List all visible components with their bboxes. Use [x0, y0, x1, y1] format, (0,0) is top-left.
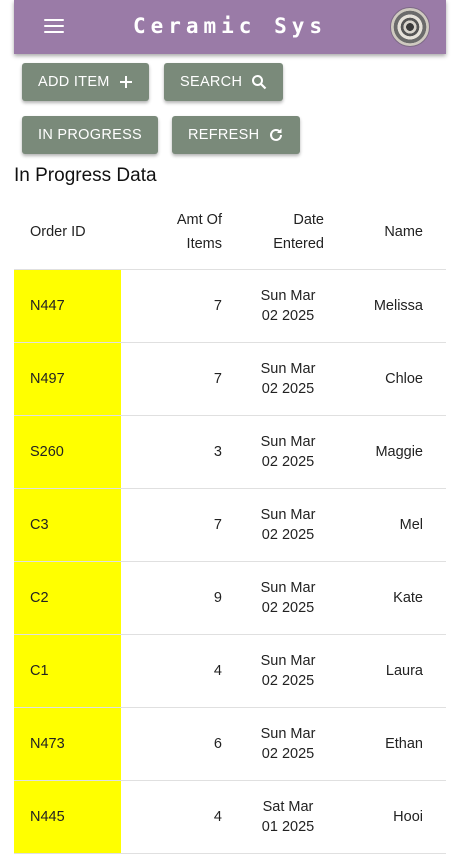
table-row[interactable]: C1 4 Sun Mar 02 2025 Laura — [14, 634, 446, 708]
name-cell: Hooi — [324, 780, 446, 854]
date-line1: Sun Mar — [260, 579, 316, 596]
amount-cell: 7 — [121, 488, 229, 562]
order-id-cell: S260 — [14, 415, 121, 489]
date-line1: Sun Mar — [260, 287, 316, 304]
date-line2: 02 2025 — [261, 745, 315, 762]
add-item-label: ADD ITEM — [38, 74, 110, 90]
table-row[interactable]: C2 9 Sun Mar 02 2025 Kate — [14, 561, 446, 635]
date-cell: Sun Mar 02 2025 — [229, 269, 324, 343]
table-row[interactable]: N473 6 Sun Mar 02 2025 Ethan — [14, 707, 446, 781]
amount-cell: 4 — [121, 634, 229, 708]
refresh-icon — [270, 128, 283, 141]
amount-cell: 3 — [121, 415, 229, 489]
name-cell: Melissa — [324, 269, 446, 343]
order-id-cell: N497 — [14, 342, 121, 416]
in-progress-table: Order ID Amt Of Items Date Entered Name … — [14, 196, 446, 854]
name-cell: Chloe — [324, 342, 446, 416]
refresh-label: REFRESH — [188, 127, 260, 143]
section-title: In Progress Data — [14, 165, 157, 186]
amount-cell: 6 — [121, 707, 229, 781]
in-progress-button[interactable]: IN PROGRESS — [22, 116, 159, 154]
date-line1: Sat Mar — [262, 798, 314, 815]
refresh-button[interactable]: REFRESH — [172, 116, 301, 154]
date-line1: Sun Mar — [260, 360, 316, 377]
amount-cell: 7 — [121, 342, 229, 416]
amount-cell: 9 — [121, 561, 229, 635]
order-id-cell: C2 — [14, 561, 121, 635]
name-cell: Laura — [324, 634, 446, 708]
app-title: Ceramic Sys — [132, 14, 328, 38]
avatar[interactable] — [390, 7, 430, 47]
date-cell: Sat Mar 01 2025 — [229, 780, 324, 854]
name-cell: Ethan — [324, 707, 446, 781]
order-id-cell: C3 — [14, 488, 121, 562]
table-row[interactable]: N447 7 Sun Mar 02 2025 Melissa — [14, 269, 446, 343]
add-item-button[interactable]: ADD ITEM — [22, 63, 149, 101]
name-cell: Mel — [324, 488, 446, 562]
table-row[interactable]: N497 7 Sun Mar 02 2025 Chloe — [14, 342, 446, 416]
date-line2: 02 2025 — [261, 453, 315, 470]
date-line2: 02 2025 — [261, 672, 315, 689]
date-cell: Sun Mar 02 2025 — [229, 488, 324, 562]
order-id-cell: N473 — [14, 707, 121, 781]
column-header-amount[interactable]: Amt Of Items — [121, 196, 229, 270]
column-header-name[interactable]: Name — [324, 196, 446, 270]
date-line2: 01 2025 — [261, 818, 315, 835]
search-label: SEARCH — [180, 74, 243, 90]
in-progress-label: IN PROGRESS — [38, 127, 143, 143]
date-cell: Sun Mar 02 2025 — [229, 415, 324, 489]
table-row[interactable]: S260 3 Sun Mar 02 2025 Maggie — [14, 415, 446, 489]
column-header-amount-line2: Items — [186, 236, 222, 253]
plus-icon — [119, 76, 132, 88]
date-line1: Sun Mar — [260, 652, 316, 669]
search-icon — [252, 75, 267, 90]
date-line1: Sun Mar — [260, 506, 316, 523]
column-header-date[interactable]: Date Entered — [229, 196, 324, 270]
name-cell: Maggie — [324, 415, 446, 489]
date-line2: 02 2025 — [261, 599, 315, 616]
table-header-row: Order ID Amt Of Items Date Entered Name — [14, 196, 446, 270]
app-bar: Ceramic Sys — [14, 0, 446, 54]
column-header-order-id[interactable]: Order ID — [14, 196, 121, 270]
date-cell: Sun Mar 02 2025 — [229, 561, 324, 635]
search-button[interactable]: SEARCH — [164, 63, 284, 101]
column-header-date-line1: Date — [293, 212, 324, 229]
date-line2: 02 2025 — [261, 526, 315, 543]
column-header-amount-line1: Amt Of — [176, 212, 222, 229]
date-line2: 02 2025 — [261, 307, 315, 324]
column-header-date-line2: Entered — [273, 236, 324, 253]
date-cell: Sun Mar 02 2025 — [229, 342, 324, 416]
date-line1: Sun Mar — [260, 433, 316, 450]
table-row[interactable]: N445 4 Sat Mar 01 2025 Hooi — [14, 780, 446, 854]
amount-cell: 7 — [121, 269, 229, 343]
date-cell: Sun Mar 02 2025 — [229, 634, 324, 708]
date-line2: 02 2025 — [261, 380, 315, 397]
table-row[interactable]: C3 7 Sun Mar 02 2025 Mel — [14, 488, 446, 562]
order-id-cell: C1 — [14, 634, 121, 708]
name-cell: Kate — [324, 561, 446, 635]
date-line1: Sun Mar — [260, 725, 316, 742]
date-cell: Sun Mar 02 2025 — [229, 707, 324, 781]
order-id-cell: N447 — [14, 269, 121, 343]
order-id-cell: N445 — [14, 780, 121, 854]
amount-cell: 4 — [121, 780, 229, 854]
